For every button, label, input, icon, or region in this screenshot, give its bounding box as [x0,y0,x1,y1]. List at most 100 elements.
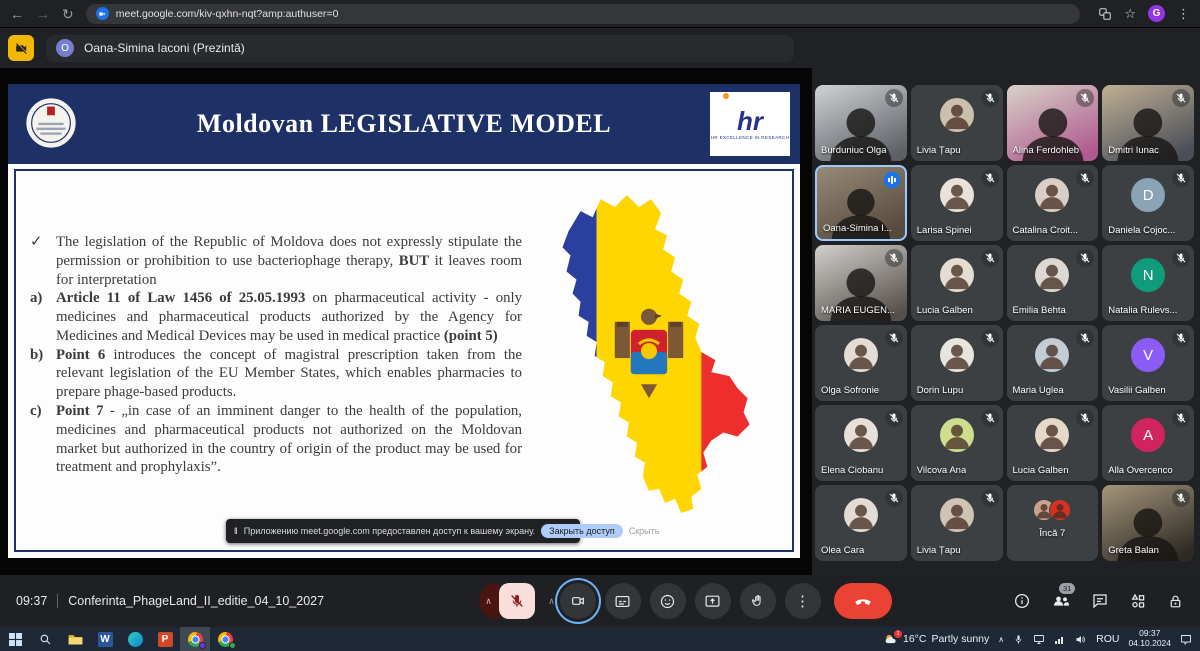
participant-tile[interactable]: Alina Ferdohleb [1007,85,1099,161]
participant-tile[interactable]: Dorin Lupu [911,325,1003,401]
chat-button[interactable] [1091,592,1109,610]
participant-tile[interactable]: Olga Sofronie [815,325,907,401]
mic-options-chevron-icon[interactable]: ∧ [479,583,499,619]
tray-expand-icon[interactable]: ∧ [998,635,1004,644]
weather-widget[interactable]: 1 16°C Partly sunny [884,633,989,645]
participant-name: Livia Țapu [917,545,961,556]
participant-tile[interactable]: DDaniela Cojoc... [1102,165,1194,241]
powerpoint-icon[interactable]: P [150,627,180,651]
mic-control: ∧ [479,583,535,619]
forward-icon[interactable]: → [36,7,50,21]
avatar-letter: A [1143,427,1153,444]
more-dots-icon: ⋮ [795,594,810,609]
participant-tile[interactable]: Dmitri Iunac [1102,85,1194,161]
language-indicator[interactable]: ROU [1096,633,1119,645]
back-icon[interactable]: ← [10,7,24,21]
meeting-clock: 09:37 [16,594,47,608]
avatar: V [1131,338,1165,372]
participant-tile[interactable]: Oana-Simina I... [815,165,907,241]
stop-sharing-button[interactable]: Закрыть доступ [541,524,623,538]
end-call-button[interactable] [834,583,892,619]
avatar [1035,258,1069,292]
participant-tile[interactable]: Emilia Behta [1007,245,1099,321]
participant-tile[interactable]: Greta Balan [1102,485,1194,561]
meet-top-banner: O Oana-Simina Iaconi (Prezintă) [0,28,1200,68]
participant-tile[interactable]: Elena Ciobanu [815,405,907,481]
university-seal-logo [22,94,80,152]
slide-bullet-list: ✓The legislation of the Republic of Mold… [30,233,522,477]
mic-muted-icon [1076,409,1094,427]
taskbar-clock[interactable]: 09:37 04.10.2024 [1128,629,1171,649]
raise-hand-button[interactable] [740,583,776,619]
participant-tile[interactable]: Livia Țapu [911,485,1003,561]
presenter-avatar: O [56,39,74,57]
people-button[interactable]: 31 [1051,591,1071,611]
mic-muted-icon [885,409,903,427]
participant-tile[interactable]: Lucia Galben [911,245,1003,321]
translate-icon[interactable] [1098,7,1112,21]
participants-grid: Burduniuc OlgaLivia ȚapuAlina FerdohlebD… [812,68,1200,575]
tray-display-icon[interactable] [1033,634,1045,645]
participant-tile[interactable]: Burduniuc Olga [815,85,907,161]
participant-tile[interactable]: Încă 7 [1007,485,1099,561]
mic-muted-icon [885,89,903,107]
participant-tile[interactable]: Vilcova Ana [911,405,1003,481]
mic-muted-icon [1172,409,1190,427]
participant-tile[interactable]: Larisa Spinei [911,165,1003,241]
browser-profile-avatar[interactable]: G [1148,5,1165,22]
participant-name: Burduniuc Olga [821,145,886,156]
slide-bullet: a)Article 11 of Law 1456 of 25.05.1993 o… [30,289,522,345]
reactions-button[interactable] [650,583,686,619]
avatar [940,418,974,452]
chrome-profile-badge-2 [229,642,236,649]
participant-tile[interactable]: Catalina Croit... [1007,165,1099,241]
word-icon[interactable]: W [90,627,120,651]
action-center-icon[interactable] [1180,634,1192,645]
participant-name: Oana-Simina I... [823,223,892,234]
network-icon[interactable] [1054,634,1066,645]
present-button[interactable] [695,583,731,619]
chrome-icon-secondary[interactable] [210,627,240,651]
tray-mic-icon[interactable] [1013,634,1024,645]
volume-icon[interactable] [1075,634,1087,645]
participant-tile[interactable]: Olea Cara [815,485,907,561]
bullet-text: Point 7 - „in case of an imminent danger… [56,402,522,477]
hr-logo-text: hr [737,108,763,134]
refresh-icon[interactable]: ↻ [62,7,74,21]
more-options-button[interactable]: ⋮ [785,583,821,619]
taskbar-search-icon[interactable] [30,627,60,651]
participant-name: Livia Țapu [917,145,961,156]
camera-off-warning-icon[interactable] [8,35,34,61]
camera-toggle-button[interactable] [560,583,596,619]
host-controls-button[interactable] [1167,593,1184,610]
participant-tile[interactable]: NNatalia Rulevs... [1102,245,1194,321]
participant-name: Emilia Behta [1013,305,1066,316]
meeting-details-button[interactable] [1013,592,1031,610]
pause-icon[interactable]: ‖ [234,526,238,536]
browser-menu-icon[interactable]: ⋮ [1177,6,1190,22]
participant-name: MARIA EUGEN... [821,305,895,316]
slide-body: ✓The legislation of the Republic of Mold… [14,169,794,552]
camera-options-chevron-icon[interactable]: ∧ [544,583,560,619]
hide-notice-link[interactable]: Скрыть [629,526,660,536]
file-explorer-icon[interactable] [60,627,90,651]
slide-header: Moldovan LEGISLATIVE MODEL hr HR EXCELLE… [8,84,800,164]
participant-tile[interactable]: Lucia Galben [1007,405,1099,481]
participant-name: Olga Sofronie [821,385,879,396]
participant-tile[interactable]: MARIA EUGEN... [815,245,907,321]
edge-icon[interactable] [120,627,150,651]
mic-toggle-button[interactable] [499,583,535,619]
speaking-indicator-icon [883,171,901,189]
start-button[interactable] [0,627,30,651]
address-bar[interactable]: meet.google.com/kiv-qxhn-nqt?amp:authuse… [86,4,1081,24]
chrome-icon-active[interactable] [180,627,210,651]
participant-tile[interactable]: Livia Țapu [911,85,1003,161]
participant-tile[interactable]: AAlla Overcenco [1102,405,1194,481]
bullet-text: Point 6 introduces the concept of magist… [56,346,522,402]
participant-tile[interactable]: Maria Uglea [1007,325,1099,401]
activities-button[interactable] [1129,592,1147,610]
bookmark-star-icon[interactable]: ☆ [1124,6,1136,22]
browser-toolbar: ← → ↻ meet.google.com/kiv-qxhn-nqt?amp:a… [0,0,1200,28]
captions-button[interactable] [605,583,641,619]
participant-tile[interactable]: VVasilii Galben [1102,325,1194,401]
